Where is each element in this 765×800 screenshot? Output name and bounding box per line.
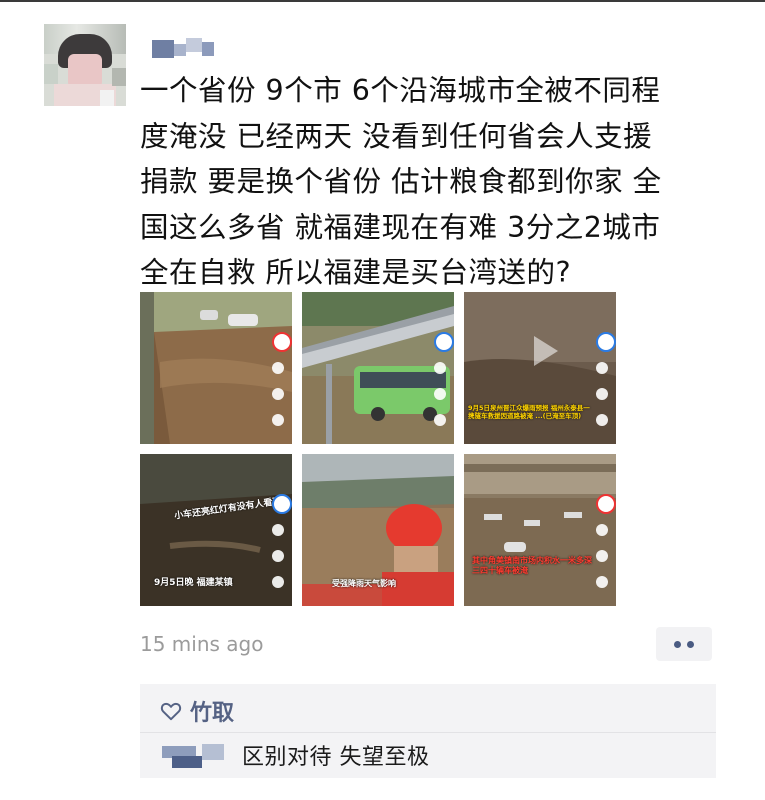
rescuer-image[interactable]: 受强降雨天气影响 (302, 454, 454, 606)
image-grid: 9月5日泉州晋江众爆雨预报 福州永泰县一携隧车救援因道路被淹 ...(已淹至车顶… (140, 292, 620, 610)
top-divider (0, 0, 765, 2)
more-dots-icon (674, 641, 681, 648)
market-caption: 其中角美镇南市场内积水一米多深 三四十辆车被淹 (472, 556, 592, 575)
heart-outline-icon (160, 702, 182, 721)
flood-street-image[interactable] (140, 292, 292, 444)
flooded-bus-image[interactable] (302, 292, 454, 444)
night-caption-2: 9月5日晚 福建某镇 (154, 578, 233, 588)
rescuer-caption: 受强降雨天气影响 (332, 579, 396, 588)
post-timestamp: 15 mins ago (140, 632, 264, 656)
liker-name[interactable]: 竹取 (190, 695, 234, 727)
interaction-panel: 竹取 区别对待 失望至极 (140, 684, 716, 778)
news-video-image[interactable]: 9月5日泉州晋江众爆雨预报 福州永泰县一携隧车救援因道路被淹 ...(已淹至车顶… (464, 292, 616, 444)
post-text: 一个省份 9个市 6个沿海城市全被不同程 度淹没 已经两天 没看到任何省会人支援… (140, 74, 662, 289)
flooded-market-image[interactable]: 其中角美镇南市场内积水一米多深 三四十辆车被淹 (464, 454, 616, 606)
comment-author-redacted[interactable] (162, 744, 224, 768)
night-flood-image[interactable]: 小车还亮红灯有没有人看到 9月5日晚 福建某镇 (140, 454, 292, 606)
author-avatar[interactable] (44, 24, 126, 106)
likes-row: 竹取 (160, 694, 234, 728)
author-name-redacted[interactable] (152, 36, 216, 58)
comment-divider (140, 732, 716, 733)
more-options-button[interactable] (656, 627, 712, 661)
comment-text: 区别对待 失望至极 (242, 745, 430, 770)
news-caption: 9月5日泉州晋江众爆雨预报 福州永泰县一携隧车救援因道路被淹 ...(已淹至车顶… (468, 404, 590, 420)
